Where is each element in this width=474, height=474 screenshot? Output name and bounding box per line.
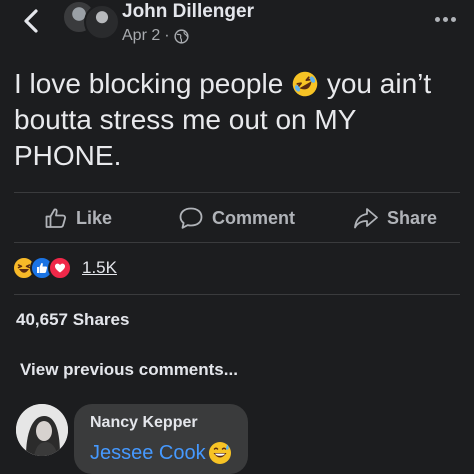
- comment-label: Comment: [212, 207, 296, 228]
- author-name[interactable]: John Dillenger: [122, 1, 254, 23]
- comment-text: Jessee Cook: [90, 441, 232, 465]
- view-previous-comments-link[interactable]: View previous comments...: [20, 360, 238, 380]
- thumbs-up-icon: [45, 208, 67, 228]
- chevron-left-icon: [24, 9, 38, 33]
- reaction-count[interactable]: 1.5K: [82, 258, 117, 278]
- post-meta: Apr 2 ·: [122, 27, 189, 45]
- globe-icon: [173, 28, 189, 44]
- commenter-avatar[interactable]: [16, 404, 68, 456]
- comment-bubble-icon: [179, 207, 203, 229]
- post-text: I love blocking people you ain’t boutta …: [14, 66, 464, 174]
- avatar-photo-right: [84, 4, 120, 40]
- share-label: Share: [387, 207, 438, 228]
- comment-author[interactable]: Nancy Kepper: [90, 414, 198, 432]
- post-text-start: I love blocking people: [14, 68, 292, 99]
- shares-count[interactable]: 40,657 Shares: [16, 310, 129, 330]
- comment-button[interactable]: Comment: [178, 203, 295, 233]
- love-reaction-icon: [48, 256, 72, 280]
- more-options-button[interactable]: [430, 10, 460, 28]
- divider-reactions: [14, 294, 460, 295]
- reaction-summary[interactable]: 1.5K: [12, 255, 117, 281]
- rolling-on-floor-laughing-emoji: [292, 71, 318, 97]
- more-dot: [442, 16, 448, 22]
- post-timestamp[interactable]: Apr 2: [122, 27, 160, 45]
- more-horizontal-icon: [434, 16, 440, 22]
- grinning-sweat-emoji: [208, 442, 231, 464]
- commenter-photo: [16, 404, 68, 456]
- divider-actions: [14, 242, 460, 243]
- author-avatar[interactable]: [62, 0, 120, 44]
- back-button[interactable]: [14, 4, 48, 38]
- share-button[interactable]: Share: [353, 203, 437, 233]
- share-arrow-icon: [354, 208, 378, 229]
- divider-top: [14, 192, 460, 193]
- like-button[interactable]: Like: [44, 203, 112, 233]
- comment-mention[interactable]: Jessee Cook: [90, 442, 206, 465]
- like-label: Like: [76, 207, 113, 228]
- meta-separator: ·: [164, 27, 170, 44]
- more-dot: [450, 16, 456, 22]
